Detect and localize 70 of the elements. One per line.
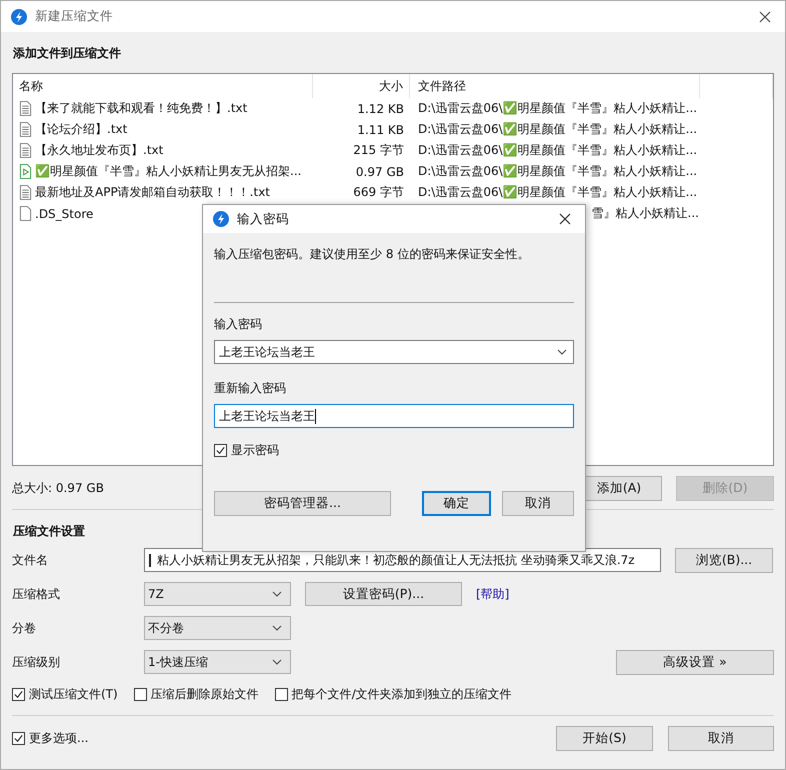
close-icon[interactable] xyxy=(759,10,771,22)
checkbox[interactable] xyxy=(274,688,288,700)
file-name: 【来了就能下载和观看！纯免费！】.txt xyxy=(35,100,248,117)
confirm-password-field[interactable]: 上老王论坛当老王 xyxy=(214,404,574,428)
video-file-icon xyxy=(19,164,32,179)
cancel-button[interactable]: 取消 xyxy=(668,726,774,750)
chevron-down-icon xyxy=(272,591,282,597)
level-dropdown[interactable]: 1-快速压缩 xyxy=(144,650,291,674)
file-size: 1.12 KB xyxy=(357,102,404,116)
chevron-down-icon xyxy=(557,349,567,355)
volume-dropdown[interactable]: 不分卷 xyxy=(144,616,291,640)
chevron-down-icon xyxy=(272,625,282,631)
checkbox[interactable] xyxy=(12,688,25,700)
checkbox-label: 更多选项... xyxy=(29,730,88,746)
checkbox[interactable] xyxy=(214,444,227,457)
checkbox-label: 显示密码 xyxy=(231,442,279,459)
section-heading: 压缩文件设置 xyxy=(13,523,86,539)
file-path: D:\迅雷云盘06\✅明星颜值『半雪』粘人小妖精让... xyxy=(418,122,698,136)
checkbox-label: 压缩后删除原始文件 xyxy=(150,686,259,702)
column-header[interactable]: 名称 xyxy=(13,74,313,98)
file-size: 669 字节 xyxy=(353,185,404,199)
section-heading: 添加文件到压缩文件 xyxy=(13,45,122,61)
file-name: 最新地址及APP请发邮箱自动获取！！！.txt xyxy=(35,184,270,201)
text-file-icon xyxy=(19,185,32,200)
set-password-button[interactable]: 设置密码(P)... xyxy=(305,582,462,606)
browse-button[interactable]: 浏览(B)... xyxy=(675,548,773,572)
app-logo-icon xyxy=(213,211,229,227)
password-manager-button[interactable]: 密码管理器... xyxy=(214,491,391,516)
file-path: 雪』粘人小妖精让... xyxy=(592,206,699,220)
file-size: 1.11 KB xyxy=(357,122,404,136)
checkbox[interactable] xyxy=(134,688,147,700)
file-path: D:\迅雷云盘06\✅明星颜值『半雪』粘人小妖精让... xyxy=(418,101,698,115)
text-file-icon xyxy=(19,122,32,137)
app-logo-icon xyxy=(11,8,27,24)
checkbox[interactable] xyxy=(12,732,25,744)
window-title: 新建压缩文件 xyxy=(35,8,114,25)
file-path: D:\迅雷云盘06\✅明星颜值『半雪』粘人小妖精让... xyxy=(418,143,698,157)
file-name: 【永久地址发布页】.txt xyxy=(35,142,164,159)
blank-file-icon xyxy=(19,206,32,221)
start-button[interactable]: 开始(S) xyxy=(556,726,653,750)
ok-button[interactable]: 确定 xyxy=(422,491,491,516)
chevron-down-icon xyxy=(272,659,282,665)
dialog-description: 输入压缩包密码。建议使用至少 8 位的密码来保证安全性。 xyxy=(214,246,530,263)
text-file-icon xyxy=(19,143,32,158)
file-size: 215 字节 xyxy=(353,143,404,157)
dialog-title: 输入密码 xyxy=(237,210,290,228)
field-label: 输入密码 xyxy=(214,316,263,332)
format-dropdown[interactable]: 7Z xyxy=(144,582,291,606)
file-name: ✅明星颜值『半雪』粘人小妖精让男友无从招架... xyxy=(35,163,302,180)
column-header[interactable]: 文件路径 xyxy=(410,74,700,98)
file-name: .DS_Store xyxy=(35,206,94,220)
file-name: 【论坛介绍】.txt xyxy=(35,121,128,138)
text-file-icon xyxy=(19,101,32,116)
file-path: D:\迅雷云盘06\✅明星颜值『半雪』粘人小妖精让... xyxy=(418,185,698,199)
help-link[interactable]: [帮助] xyxy=(476,586,510,602)
file-size: 0.97 GB xyxy=(356,164,404,178)
field-label: 压缩格式 xyxy=(12,586,61,602)
field-label: 文件名 xyxy=(12,552,49,568)
field-label: 压缩级别 xyxy=(12,654,61,670)
total-size: 总大小: 0.97 GB xyxy=(12,480,104,496)
field-label: 重新输入密码 xyxy=(214,380,287,396)
file-path: D:\迅雷云盘06\✅明星颜值『半雪』粘人小妖精让... xyxy=(418,164,698,178)
checkbox-label: 测试压缩文件(T) xyxy=(29,686,118,702)
close-icon[interactable] xyxy=(559,213,571,225)
field-label: 分卷 xyxy=(12,620,37,636)
cancel-button[interactable]: 取消 xyxy=(502,491,574,516)
advanced-settings-button[interactable]: 高级设置 » xyxy=(616,650,774,674)
column-header[interactable]: 大小 xyxy=(313,74,410,98)
password-combobox[interactable]: 上老王论坛当老王 xyxy=(214,340,574,364)
checkbox-label: 把每个文件/文件夹添加到独立的压缩文件 xyxy=(292,686,512,702)
